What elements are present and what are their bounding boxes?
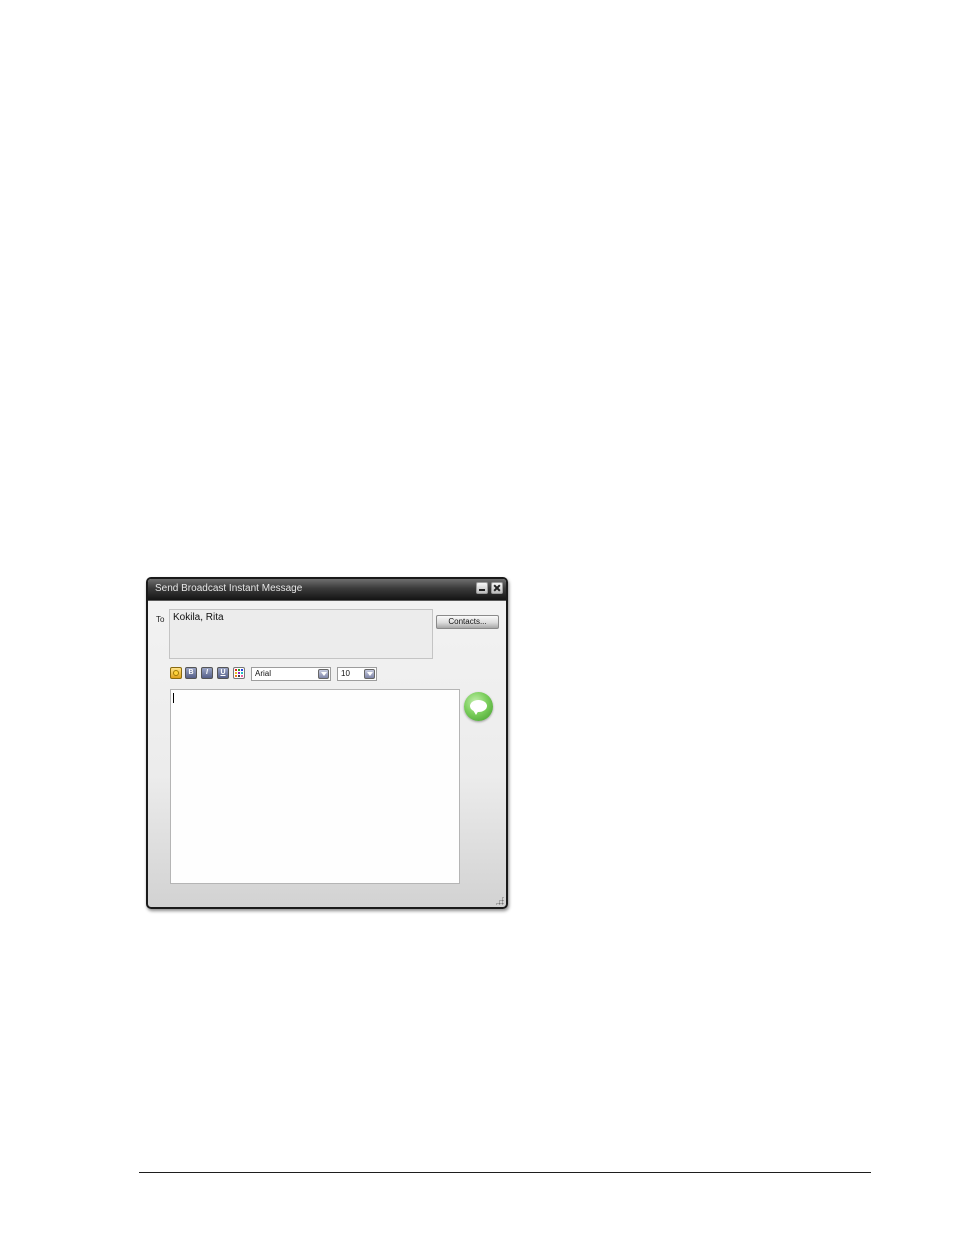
color-swatch bbox=[238, 675, 240, 677]
italic-button[interactable]: I bbox=[201, 667, 213, 679]
color-swatch bbox=[241, 675, 243, 677]
message-input[interactable] bbox=[170, 689, 460, 884]
recipients-field[interactable]: Kokila, Rita bbox=[169, 609, 433, 659]
to-label: To bbox=[156, 615, 165, 624]
color-palette-swatches bbox=[235, 669, 243, 677]
close-icon[interactable] bbox=[491, 582, 503, 594]
color-swatch bbox=[238, 672, 240, 674]
minimize-icon[interactable] bbox=[476, 582, 488, 594]
color-swatch bbox=[238, 669, 240, 671]
footer-divider bbox=[139, 1172, 871, 1173]
color-swatch bbox=[235, 669, 237, 671]
emoticon-icon[interactable] bbox=[170, 667, 182, 679]
contacts-button[interactable]: Contacts... bbox=[436, 615, 499, 629]
underline-button[interactable]: U bbox=[217, 667, 229, 679]
text-color-icon[interactable] bbox=[233, 667, 245, 679]
dialog-title: Send Broadcast Instant Message bbox=[155, 583, 303, 594]
broadcast-message-dialog: Send Broadcast Instant Message To Kokila… bbox=[146, 577, 508, 909]
font-family-select[interactable]: Arial bbox=[251, 667, 331, 681]
font-size-select[interactable]: 10 bbox=[337, 667, 377, 681]
font-family-value: Arial bbox=[255, 669, 272, 678]
chevron-down-icon[interactable] bbox=[364, 669, 375, 679]
chevron-down-icon[interactable] bbox=[318, 669, 329, 679]
color-swatch bbox=[235, 675, 237, 677]
text-caret bbox=[173, 693, 174, 703]
document-page: Send Broadcast Instant Message To Kokila… bbox=[0, 0, 954, 1235]
color-swatch bbox=[241, 669, 243, 671]
bold-button[interactable]: B bbox=[185, 667, 197, 679]
resize-grip[interactable] bbox=[495, 896, 504, 905]
title-bar[interactable]: Send Broadcast Instant Message bbox=[148, 579, 506, 601]
color-swatch bbox=[241, 672, 243, 674]
color-swatch bbox=[235, 672, 237, 674]
font-size-value: 10 bbox=[341, 669, 350, 678]
send-message-icon[interactable] bbox=[464, 692, 493, 721]
